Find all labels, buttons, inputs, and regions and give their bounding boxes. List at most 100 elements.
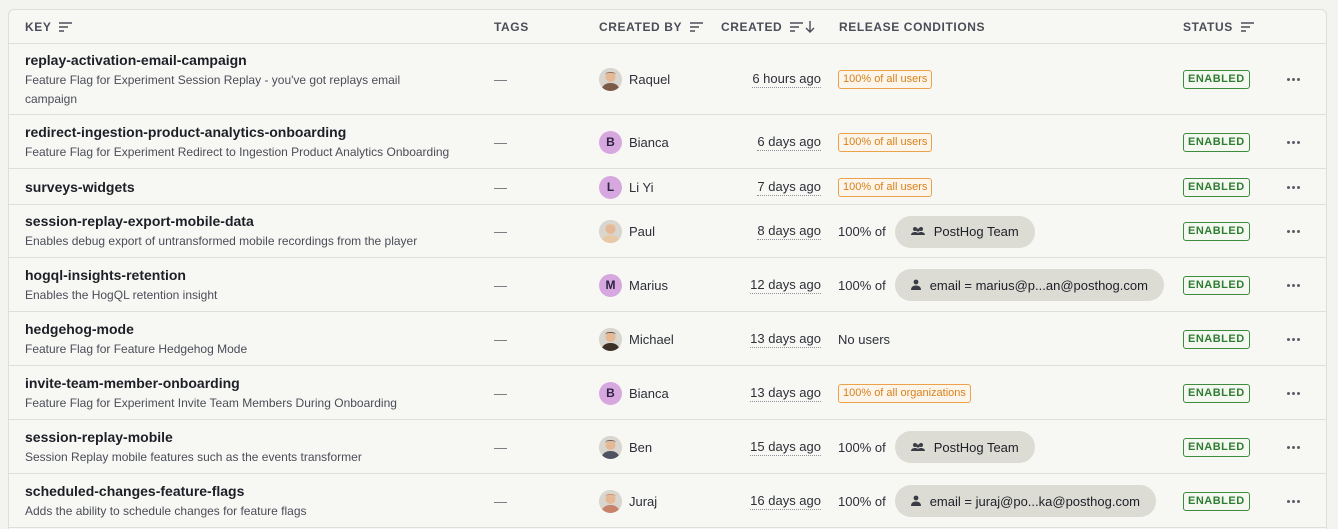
- arrow-down-icon: [805, 21, 815, 33]
- creator-name: Bianca: [629, 134, 669, 150]
- avatar: [599, 220, 622, 243]
- more-icon: [1286, 391, 1300, 395]
- avatar: [599, 489, 622, 513]
- release-condition-chip[interactable]: PostHog Team: [894, 215, 1035, 248]
- flag-key-link[interactable]: replay-activation-email-campaign: [25, 51, 247, 69]
- created-time[interactable]: 15 days ago: [750, 439, 821, 456]
- more-button[interactable]: [1283, 312, 1303, 366]
- more-button[interactable]: [1283, 44, 1303, 115]
- column-created-by-label: CREATED BY: [599, 20, 683, 34]
- more-icon: [1286, 337, 1300, 341]
- flag-key-link[interactable]: hedgehog-mode: [25, 320, 134, 338]
- created-cell: 7 days ago: [757, 169, 821, 205]
- created-cell: 13 days ago: [750, 366, 821, 420]
- more-button[interactable]: [1283, 366, 1303, 420]
- column-tags-label: TAGS: [494, 20, 529, 34]
- more-button[interactable]: [1283, 258, 1303, 312]
- table-row[interactable]: hedgehog-mode Feature Flag for Feature H…: [9, 312, 1326, 366]
- table-row[interactable]: session-replay-mobile Session Replay mob…: [9, 420, 1326, 474]
- sort-icon[interactable]: [690, 22, 704, 32]
- column-created[interactable]: CREATED: [721, 10, 815, 44]
- creator-name: Ben: [629, 439, 653, 455]
- release-condition-chip[interactable]: PostHog Team: [894, 431, 1035, 463]
- table-row[interactable]: hogql-insights-retention Enables the Hog…: [9, 258, 1326, 312]
- flag-key-link[interactable]: invite-team-member-onboarding: [25, 374, 240, 392]
- column-tags: TAGS: [494, 10, 529, 44]
- tags-empty: —: [494, 331, 507, 347]
- column-status[interactable]: STATUS: [1183, 10, 1254, 44]
- created-time[interactable]: 16 days ago: [750, 493, 821, 510]
- release-condition-label: email = juraj@po...ka@posthog.com: [929, 493, 1141, 509]
- flag-key-link[interactable]: session-replay-export-mobile-data: [25, 212, 254, 230]
- created-time[interactable]: 6 hours ago: [752, 71, 821, 88]
- column-created-by[interactable]: CREATED BY: [599, 10, 704, 44]
- feature-flags-table: KEY TAGS CREATED BY CREATED RELEASE COND…: [8, 9, 1327, 529]
- release-conditions-cell: 100% of email = juraj@po...ka@posthog.co…: [838, 474, 1157, 528]
- status-cell: ENABLED: [1183, 169, 1250, 205]
- flag-key-link[interactable]: scheduled-changes-feature-flags: [25, 482, 244, 500]
- avatar: B: [599, 130, 622, 154]
- sort-icon[interactable]: [1240, 22, 1254, 32]
- more-button[interactable]: [1283, 205, 1303, 258]
- release-condition-chip[interactable]: email = marius@p...an@posthog.com: [894, 269, 1164, 301]
- created-by-cell: Paul: [599, 205, 655, 258]
- status-cell: ENABLED: [1183, 312, 1250, 366]
- release-prefix: 100% of: [838, 224, 886, 239]
- release-text: No users: [838, 331, 891, 347]
- created-time[interactable]: 7 days ago: [757, 179, 821, 196]
- status-badge: ENABLED: [1183, 491, 1250, 511]
- created-cell: 12 days ago: [750, 258, 821, 312]
- status-cell: ENABLED: [1183, 258, 1250, 312]
- tags-empty: —: [494, 224, 507, 239]
- flag-description: Adds the ability to schedule changes for…: [25, 503, 307, 518]
- more-icon: [1286, 185, 1300, 189]
- table-row[interactable]: replay-activation-email-campaign Feature…: [9, 44, 1326, 115]
- created-by-cell: B Bianca: [599, 115, 669, 169]
- flag-key-link[interactable]: redirect-ingestion-product-analytics-onb…: [25, 123, 346, 141]
- key-cell: scheduled-changes-feature-flags Adds the…: [25, 474, 485, 528]
- more-button[interactable]: [1283, 115, 1303, 169]
- avatar: [599, 435, 622, 459]
- creator-name: Marius: [629, 277, 669, 293]
- created-time[interactable]: 13 days ago: [750, 385, 821, 402]
- sort-icon[interactable]: [790, 22, 804, 32]
- flag-key-link[interactable]: session-replay-mobile: [25, 428, 173, 446]
- table-row[interactable]: redirect-ingestion-product-analytics-onb…: [9, 115, 1326, 169]
- release-condition-chip[interactable]: email = juraj@po...ka@posthog.com: [894, 485, 1157, 517]
- sort-icon[interactable]: [59, 22, 73, 32]
- tags-empty: —: [494, 439, 507, 455]
- release-condition-label: PostHog Team: [933, 439, 1019, 455]
- column-status-label: STATUS: [1183, 20, 1233, 34]
- column-key[interactable]: KEY: [25, 10, 73, 44]
- created-time[interactable]: 13 days ago: [750, 331, 821, 348]
- key-cell: redirect-ingestion-product-analytics-onb…: [25, 115, 485, 169]
- creator-name: Juraj: [629, 493, 658, 509]
- key-cell: hogql-insights-retention Enables the Hog…: [25, 258, 485, 312]
- table-row[interactable]: surveys-widgets — L Li Yi 7 days ago 100…: [9, 169, 1326, 205]
- more-button[interactable]: [1283, 169, 1303, 205]
- created-cell: 6 days ago: [757, 115, 821, 169]
- table-row[interactable]: scheduled-changes-feature-flags Adds the…: [9, 474, 1326, 528]
- more-icon: [1286, 140, 1300, 144]
- flag-key-link[interactable]: hogql-insights-retention: [25, 266, 186, 284]
- person-icon: [910, 494, 921, 509]
- created-time[interactable]: 12 days ago: [750, 277, 821, 294]
- table-row[interactable]: session-replay-export-mobile-data Enable…: [9, 205, 1326, 258]
- key-cell: session-replay-export-mobile-data Enable…: [25, 205, 485, 258]
- status-badge: ENABLED: [1183, 177, 1250, 197]
- status-cell: ENABLED: [1183, 205, 1250, 258]
- more-icon: [1286, 499, 1300, 503]
- avatar: L: [599, 175, 622, 199]
- release-prefix: 100% of: [838, 439, 886, 455]
- tags-empty: —: [494, 72, 507, 87]
- flag-key-link[interactable]: surveys-widgets: [25, 178, 135, 196]
- created-time[interactable]: 8 days ago: [757, 223, 821, 240]
- avatar: [599, 327, 622, 351]
- more-button[interactable]: [1283, 474, 1303, 528]
- table-row[interactable]: invite-team-member-onboarding Feature Fl…: [9, 366, 1326, 420]
- created-time[interactable]: 6 days ago: [757, 134, 821, 151]
- release-conditions-cell: 100% of PostHog Team: [838, 420, 1035, 474]
- team-icon: [910, 440, 925, 455]
- release-prefix: 100% of: [838, 277, 886, 293]
- more-button[interactable]: [1283, 420, 1303, 474]
